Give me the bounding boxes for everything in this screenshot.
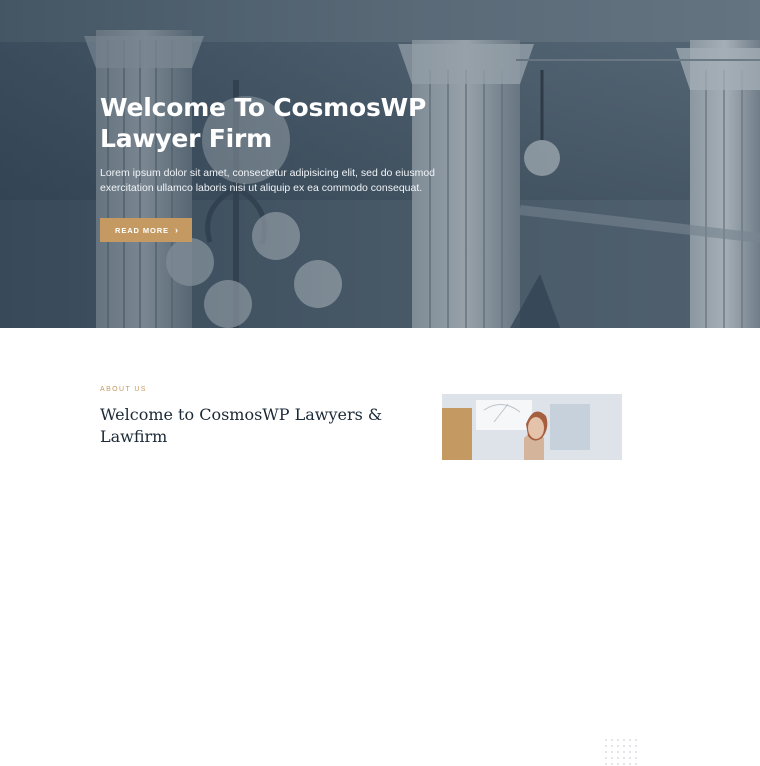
about-image: [442, 394, 622, 460]
hero-title-line-1: Welcome To CosmosWP: [100, 93, 427, 122]
read-more-button[interactable]: READ MORE ›: [100, 218, 192, 242]
about-eyebrow: ABOUT US: [100, 386, 147, 393]
hero-title: Welcome To CosmosWP Lawyer Firm: [100, 92, 520, 154]
dot-grid-decoration: [605, 739, 637, 765]
hero-description: Lorem ipsum dolor sit amet, consectetur …: [100, 167, 435, 194]
about-title: Welcome to CosmosWP Lawyers & Lawfirm: [100, 405, 383, 446]
read-more-button-label: READ MORE: [115, 225, 169, 235]
about-section: ABOUT US Welcome to CosmosWP Lawyers & L…: [0, 328, 760, 765]
chevron-right-icon: ›: [174, 224, 179, 235]
hero-section: Welcome To CosmosWP Lawyer Firm Lorem ip…: [0, 0, 760, 328]
hero-title-line-2: Lawyer Firm: [100, 124, 273, 153]
about-accent-block: [442, 408, 472, 460]
hero-content: Welcome To CosmosWP Lawyer Firm Lorem ip…: [100, 92, 520, 242]
